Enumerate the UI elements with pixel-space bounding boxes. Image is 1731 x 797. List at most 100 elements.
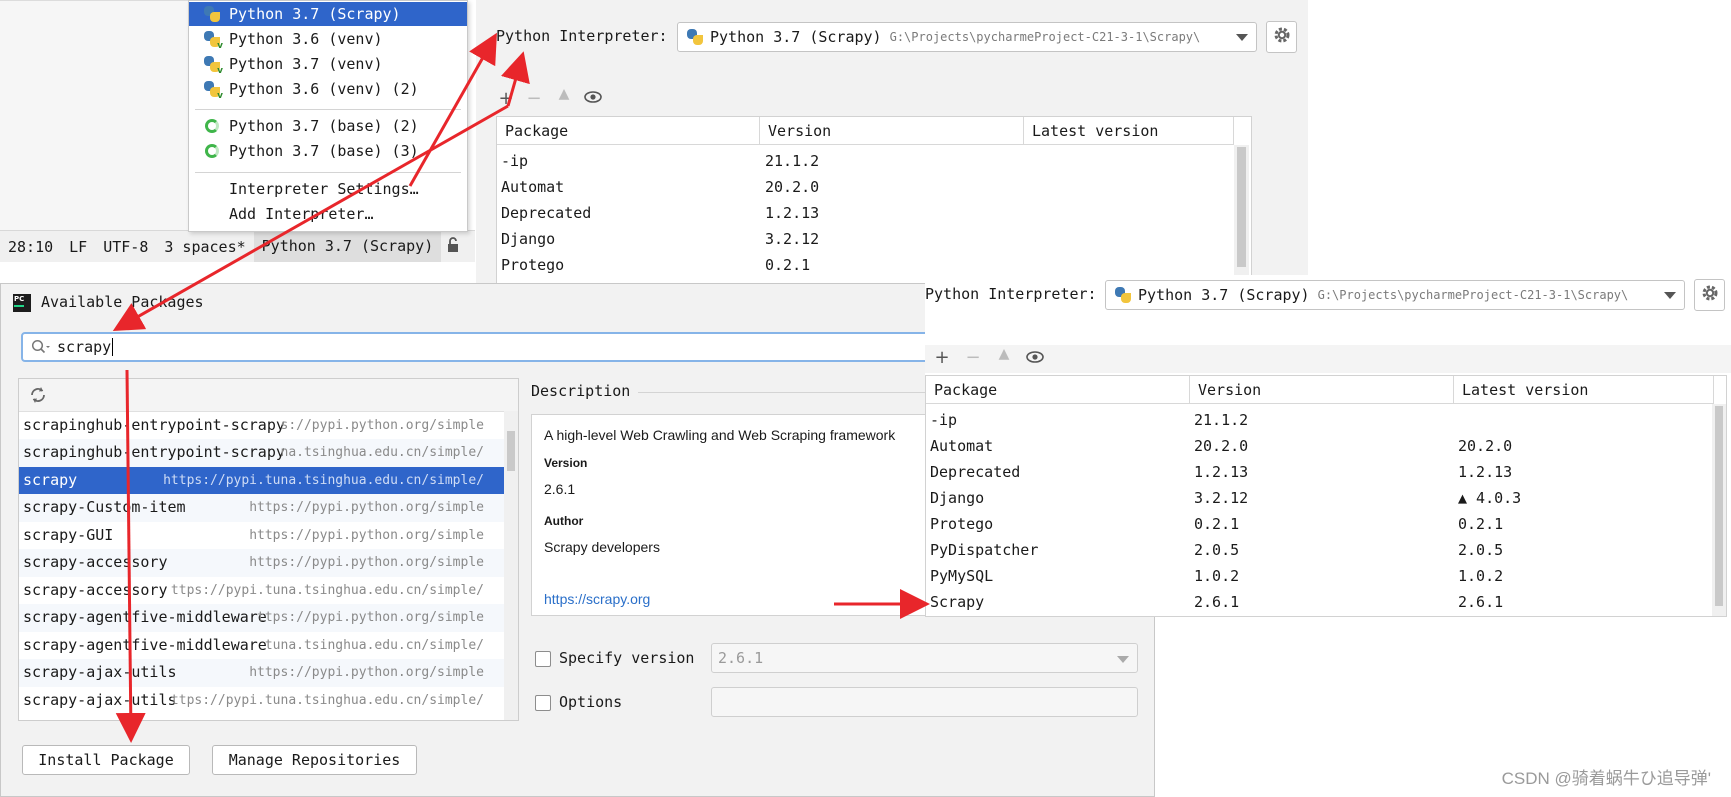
column-header[interactable]: Latest version (1454, 376, 1714, 404)
column-header[interactable]: Latest version (1024, 117, 1234, 145)
column-header[interactable]: Version (1190, 376, 1454, 404)
manage-repositories-button[interactable]: Manage Repositories (212, 745, 417, 775)
table-row[interactable]: Automat 20.2.0 20.2.0 (926, 434, 1726, 458)
list-item[interactable]: scrapy-ajax-utils ttps://pypi.tuna.tsingh… (19, 687, 504, 715)
list-item[interactable]: scrapy-accessory https://pypi.python.org/… (19, 549, 504, 577)
gear-icon (1701, 284, 1719, 306)
list-item[interactable]: scrapinghub-entrypoint-scrapy s://pypi.py… (19, 412, 504, 440)
list-item-selected[interactable]: scrapy https://pypi.tuna.tsinghua.edu.cn/… (19, 466, 504, 494)
scrollbar-thumb[interactable] (1715, 406, 1723, 606)
list-item[interactable]: scrapinghub-entrypoint-scrapy na.tsinghua… (19, 439, 504, 467)
package-toolbar: + − ▲ (496, 86, 1246, 114)
table-row[interactable]: Django 3.2.12 ▲ 4.0.3 (926, 486, 1726, 510)
menu-item-label: Add Interpreter… (229, 205, 374, 223)
interpreter-combo[interactable]: Python 3.7 (Scrapy) G:\Projects\pycharme… (677, 22, 1257, 52)
install-package-button[interactable]: Install Package (22, 745, 190, 775)
table-row[interactable]: Protego 0.2.1 0.2.1 (926, 512, 1726, 536)
status-encoding[interactable]: UTF-8 (95, 238, 156, 256)
menu-item-interpreter[interactable]: Python 3.7 (base) (3) (189, 139, 467, 163)
package-latest: 2.6.1 (1458, 593, 1504, 611)
menu-item-label: Python 3.6 (venv) (229, 30, 383, 48)
scrollbar-thumb[interactable] (507, 431, 515, 471)
menu-item-add-interpreter[interactable]: Add Interpreter… (189, 202, 467, 226)
package-latest: 2.0.5 (1458, 541, 1504, 559)
package-name: PyMySQL (930, 567, 994, 585)
upgrade-package-button[interactable]: ▲ (554, 86, 574, 102)
list-item[interactable]: scrapy-agentfive-middleware tuna.tsinghua… (19, 632, 504, 660)
status-indent[interactable]: 3 spaces* (156, 238, 253, 256)
package-homepage-link[interactable]: https://scrapy.org (544, 591, 650, 607)
package-name: Deprecated (501, 204, 592, 222)
menu-item-interpreter[interactable]: v Python 3.6 (venv) (2) (189, 77, 467, 101)
table-row[interactable]: PyMySQL 1.0.2 1.0.2 (926, 564, 1726, 588)
list-item[interactable]: scrapy-Custom-item https://pypi.python.or… (19, 494, 504, 522)
options-input[interactable] (711, 687, 1138, 717)
upgrade-package-button[interactable]: ▲ (994, 346, 1014, 362)
package-repo: s://pypi.python.org/simple (280, 417, 485, 433)
python-venv-icon: v (203, 55, 223, 76)
list-item[interactable]: scrapy-accessory ttps://pypi.tuna.tsinghu… (19, 577, 504, 605)
add-package-button[interactable]: + (932, 347, 952, 368)
remove-package-button[interactable]: − (963, 347, 983, 368)
package-repo: ttps://pypi.tuna.tsinghua.edu.cn/simple/ (170, 582, 484, 598)
status-line-separator[interactable]: LF (61, 238, 95, 256)
menu-item-interpreter[interactable]: Python 3.7 (base) (2) (189, 114, 467, 138)
text-cursor (112, 338, 114, 356)
package-name: PyDispatcher (930, 541, 1039, 559)
menu-item-interpreter[interactable]: v Python 3.7 (venv) (189, 52, 467, 76)
add-package-button[interactable]: + (496, 88, 516, 109)
list-item[interactable]: scrapy-agentfive-middleware ttps://pypi.p… (19, 604, 504, 632)
menu-item-label: Python 3.7 (base) (3) (229, 142, 419, 160)
scrollbar[interactable] (1234, 145, 1249, 284)
interpreter-combo[interactable]: Python 3.7 (Scrapy) G:\Projects\pycharme… (1105, 280, 1685, 310)
menu-item-interpreter[interactable]: Python 3.7 (Scrapy) (189, 2, 467, 26)
scrollbar-thumb[interactable] (1237, 147, 1246, 267)
package-name: scrapy-accessory (23, 553, 168, 571)
options-checkbox[interactable] (535, 695, 551, 711)
table-row[interactable]: Automat 20.2.0 (497, 175, 1251, 199)
menu-item-interpreter[interactable]: v Python 3.6 (venv) (189, 27, 467, 51)
table-row[interactable]: Scrapy 2.6.1 2.6.1 (926, 590, 1726, 614)
package-version: 3.2.12 (765, 230, 820, 248)
status-caret-position[interactable]: 28:10 (0, 238, 61, 256)
menu-item-interpreter-settings[interactable]: Interpreter Settings… (189, 177, 467, 201)
package-name: Django (501, 230, 556, 248)
table-row[interactable]: Deprecated 1.2.13 (497, 201, 1251, 225)
table-row[interactable]: Django 3.2.12 (497, 227, 1251, 251)
menu-item-label: Python 3.6 (venv) (2) (229, 80, 419, 98)
package-name: scrapy-ajax-utils (23, 690, 177, 709)
table-row[interactable]: Deprecated 1.2.13 1.2.13 (926, 460, 1726, 484)
package-repo: ttps://pypi.tuna.tsinghua.edu.cn/simple/ (170, 692, 484, 708)
status-interpreter[interactable]: Python 3.7 (Scrapy) (253, 231, 442, 262)
menu-item-label: Python 3.7 (Scrapy) (229, 5, 401, 23)
eye-icon[interactable] (583, 88, 603, 109)
interpreter-label: Python Interpreter: (925, 285, 1097, 303)
list-item[interactable]: scrapy-ajax-utils https://pypi.python.org… (19, 659, 504, 687)
list-item[interactable]: scrapy-GUI https://pypi.python.org/simple (19, 522, 504, 550)
table-row[interactable]: -ip 21.1.2 (497, 149, 1251, 173)
table-row[interactable]: -ip 21.1.2 (926, 408, 1726, 432)
package-version: 20.2.0 (765, 178, 820, 196)
package-repo: https://pypi.python.org/simple (249, 665, 484, 680)
lock-icon[interactable] (441, 236, 467, 257)
specify-version-label: Specify version (559, 649, 695, 667)
package-name: scrapy-agentfive-middleware (23, 608, 267, 626)
specify-version-checkbox[interactable] (535, 651, 551, 667)
scrollbar[interactable] (504, 411, 518, 720)
table-row[interactable]: PyDispatcher 2.0.5 2.0.5 (926, 538, 1726, 562)
gear-button[interactable] (1694, 279, 1725, 311)
gear-button[interactable] (1266, 21, 1297, 53)
package-version-value: 2.6.1 (544, 481, 576, 497)
package-name: Protego (930, 515, 994, 533)
table-row[interactable]: Protego 0.2.1 (497, 253, 1251, 277)
refresh-icon[interactable] (29, 386, 47, 408)
package-name: scrapy-agentfive-middleware (23, 635, 267, 654)
specify-version-select[interactable]: 2.6.1 (711, 643, 1138, 673)
scrollbar[interactable] (1712, 404, 1726, 616)
package-name: scrapy-accessory (23, 580, 168, 599)
column-header[interactable]: Version (760, 117, 1024, 145)
column-header[interactable]: Package (926, 376, 1190, 404)
eye-icon[interactable] (1025, 348, 1045, 369)
remove-package-button[interactable]: − (524, 88, 544, 109)
column-header[interactable]: Package (497, 117, 760, 145)
